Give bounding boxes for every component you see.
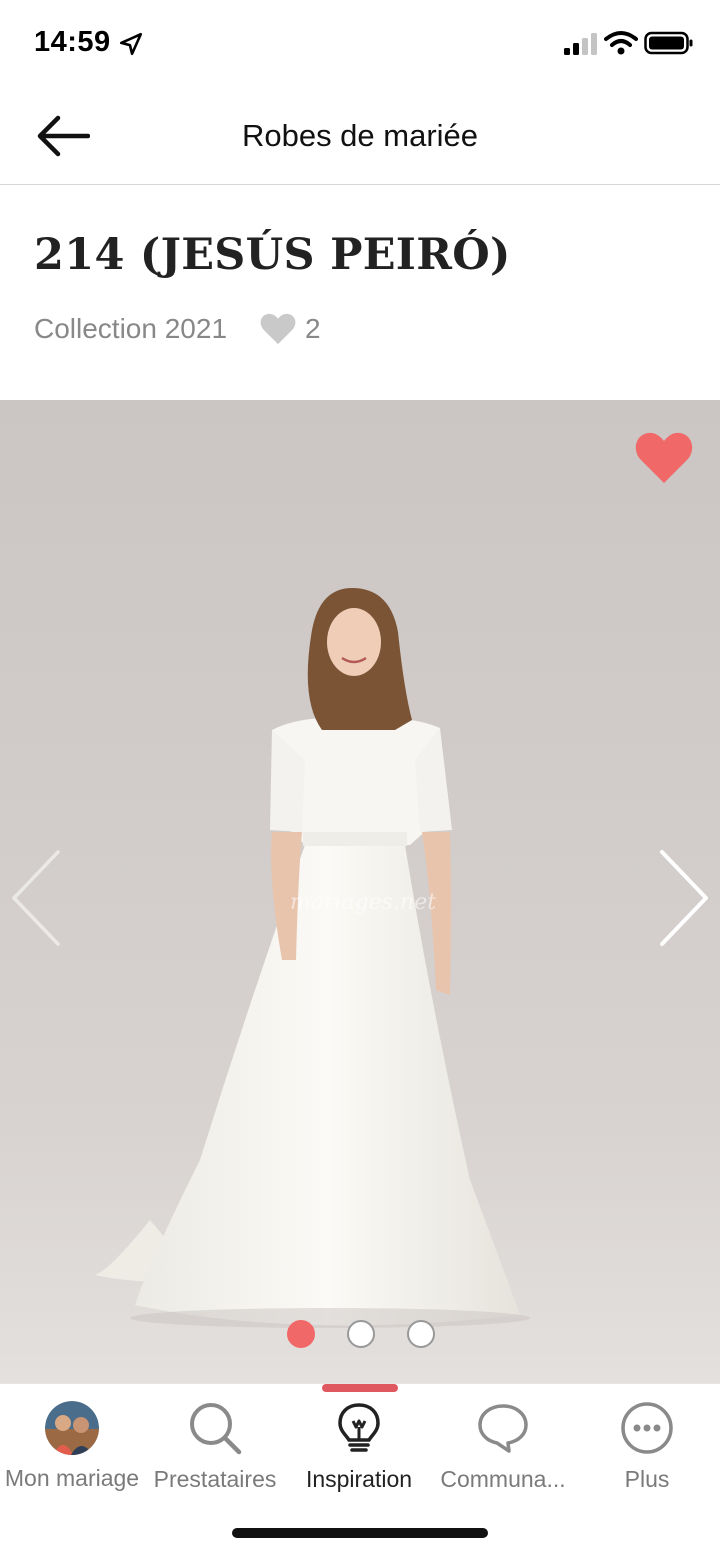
wifi-icon <box>604 31 638 55</box>
favorite-heart-icon[interactable] <box>634 430 694 486</box>
dress-title: 214 (JESÚS PEIRÓ) <box>34 230 511 280</box>
tab-label: Inspiration <box>305 1466 413 1492</box>
home-indicator[interactable] <box>232 1528 488 1538</box>
tab-label: Plus <box>624 1466 670 1492</box>
tab-prestataires[interactable]: Prestataires <box>143 1400 287 1500</box>
tab-label: Mon mariage <box>4 1465 140 1491</box>
active-tab-indicator <box>322 1384 398 1392</box>
watermark: mariages.net <box>290 890 437 915</box>
pagination-dot[interactable] <box>287 1320 315 1348</box>
tab-plus[interactable]: Plus <box>575 1400 719 1500</box>
heart-icon <box>260 313 296 345</box>
status-bar: 14:59 <box>0 0 720 90</box>
tab-communaute[interactable]: Communa... <box>431 1400 575 1500</box>
bottom-tab-bar: Mon mariage Prestataires Inspiration Com… <box>0 1383 720 1558</box>
collection-label: Collection 2021 <box>34 313 228 344</box>
next-arrow-icon[interactable] <box>656 848 712 948</box>
avatar <box>45 1401 99 1455</box>
pagination-dot[interactable] <box>407 1320 435 1348</box>
previous-arrow-icon[interactable] <box>8 848 64 948</box>
more-icon <box>621 1402 673 1454</box>
dress-meta: Collection 2021 2 <box>34 312 321 346</box>
chat-bubble-icon <box>478 1404 528 1453</box>
tab-label: Prestataires <box>153 1466 277 1492</box>
location-arrow-icon <box>119 32 143 56</box>
tab-inspiration[interactable]: Inspiration <box>287 1400 431 1500</box>
status-time: 14:59 <box>34 26 111 58</box>
carousel-pagination <box>287 1320 435 1348</box>
image-carousel[interactable]: mariages.net <box>0 400 720 1383</box>
search-icon <box>190 1403 242 1455</box>
lightbulb-icon <box>338 1403 380 1452</box>
pagination-dot[interactable] <box>347 1320 375 1348</box>
navigation-header: Robes de mariée <box>0 90 720 185</box>
tab-mon-mariage[interactable]: Mon mariage <box>0 1400 144 1500</box>
page-title: Robes de mariée <box>241 118 479 153</box>
battery-icon <box>644 31 693 55</box>
tab-label: Communa... <box>440 1466 566 1492</box>
cellular-signal-icon <box>564 33 597 55</box>
likes-count: 2 <box>305 313 321 344</box>
